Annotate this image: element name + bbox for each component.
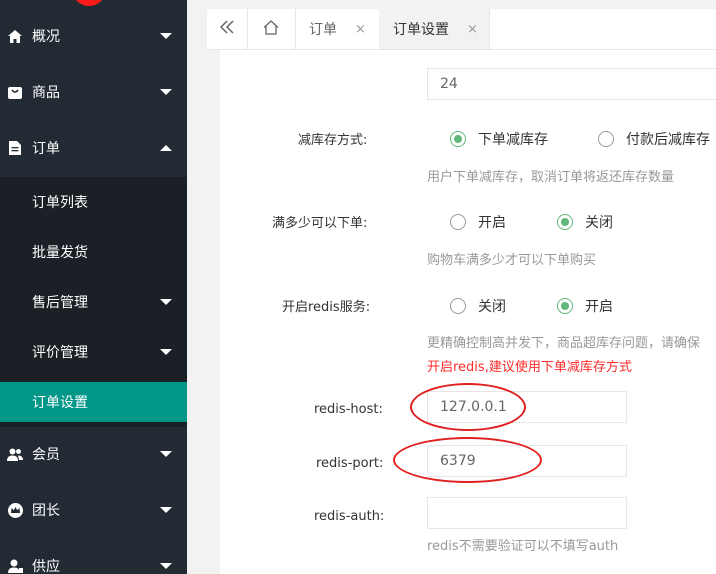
tab-label: 订单 <box>309 22 337 38</box>
radio-label: 付款后减库存 <box>626 132 710 148</box>
tab-order-settings[interactable]: 订单设置 × <box>379 9 490 49</box>
sidebar-item-supply[interactable]: 供应 <box>0 538 187 574</box>
chevron-down-icon <box>160 299 172 305</box>
orders-submenu: 订单列表 批量发货 售后管理 评价管理 订单设置 <box>0 177 187 427</box>
bag-icon <box>7 84 23 100</box>
home-icon <box>7 28 23 44</box>
supplier-icon <box>7 558 23 574</box>
submenu-item-label: 批量发货 <box>32 245 88 261</box>
radio-min-order-on[interactable]: 开启 <box>450 212 506 232</box>
chevron-down-icon <box>160 507 172 513</box>
sidebar-item-label: 订单 <box>32 141 60 157</box>
sidebar-item-orders[interactable]: 订单 <box>0 120 187 176</box>
users-icon <box>7 446 23 462</box>
submenu-item-batch-ship[interactable]: 批量发货 <box>0 227 187 277</box>
radio-label: 关闭 <box>478 299 506 315</box>
redis-service-label: 开启redis服务: <box>282 300 371 315</box>
sidebar-item-label: 会员 <box>32 447 60 463</box>
redis-hint: 更精确控制高并发下，商品超库存问题，请确保 <box>427 336 701 351</box>
min-order-label: 满多少可以下单: <box>272 216 368 231</box>
radio-reduce-on-payment[interactable]: 付款后减库存 <box>598 129 710 149</box>
radio-label: 下单减库存 <box>478 132 548 148</box>
redis-port-label: redis-port: <box>316 456 384 471</box>
tab-bar: 订单 × 订单设置 × <box>207 9 716 50</box>
sidebar-item-label: 团长 <box>32 503 60 519</box>
submenu-item-order-settings[interactable]: 订单设置 <box>0 382 187 422</box>
min-order-hint: 购物车满多少才可以下单购买 <box>427 253 597 268</box>
submenu-item-label: 订单设置 <box>32 395 88 411</box>
close-icon[interactable]: × <box>355 22 366 37</box>
chevron-up-icon <box>160 145 172 151</box>
order-settings-form: 24 减库存方式: 下单减库存 付款后减库存 用户下单减库存，取消订单将返还库存… <box>220 50 716 574</box>
logo-badge <box>72 0 106 6</box>
crown-icon <box>7 502 23 518</box>
submenu-item-label: 售后管理 <box>32 295 88 311</box>
chevron-down-icon <box>160 451 172 457</box>
submenu-item-order-list[interactable]: 订单列表 <box>0 177 187 227</box>
tab-orders[interactable]: 订单 × <box>295 9 380 49</box>
radio-label: 开启 <box>478 215 506 231</box>
home-outline-icon <box>263 19 279 39</box>
stock-reduce-label: 减库存方式: <box>298 133 368 148</box>
sidebar-item-members[interactable]: 会员 <box>0 426 187 482</box>
sidebar-item-label: 概况 <box>32 29 60 45</box>
submenu-item-reviews[interactable]: 评价管理 <box>0 327 187 377</box>
radio-redis-on[interactable]: 开启 <box>557 296 613 316</box>
radio-unchecked-icon <box>450 214 466 230</box>
radio-reduce-on-order[interactable]: 下单减库存 <box>450 129 548 149</box>
redis-auth-hint: redis不需要验证可以不填写auth <box>427 539 619 554</box>
top-number-input[interactable]: 24 <box>427 68 716 100</box>
sidebar-item-leaders[interactable]: 团长 <box>0 482 187 538</box>
redis-auth-label: redis-auth: <box>314 509 385 524</box>
chevron-down-icon <box>160 89 172 95</box>
radio-unchecked-icon <box>450 298 466 314</box>
submenu-item-label: 订单列表 <box>32 195 88 211</box>
sidebar-item-label: 供应 <box>32 559 60 574</box>
radio-label: 关闭 <box>585 215 613 231</box>
submenu-item-label: 评价管理 <box>32 345 88 361</box>
sidebar-item-label: 商品 <box>32 85 60 101</box>
annotation-ellipse <box>393 437 542 483</box>
radio-redis-off[interactable]: 关闭 <box>450 296 506 316</box>
annotation-ellipse <box>410 383 526 431</box>
radio-checked-icon <box>557 214 573 230</box>
submenu-item-after-sales[interactable]: 售后管理 <box>0 277 187 327</box>
tabs-scroll-left-button[interactable] <box>207 9 248 49</box>
redis-host-label: redis-host: <box>314 402 383 417</box>
chevron-down-icon <box>160 349 172 355</box>
tab-label: 订单设置 <box>393 22 449 38</box>
sidebar-item-overview[interactable]: 概况 <box>0 8 187 64</box>
close-icon[interactable]: × <box>467 22 478 37</box>
sidebar-item-goods[interactable]: 商品 <box>0 64 187 120</box>
radio-label: 开启 <box>585 299 613 315</box>
chevron-down-icon <box>160 33 172 39</box>
document-icon <box>7 140 23 156</box>
radio-unchecked-icon <box>598 131 614 147</box>
double-chevron-left-icon <box>219 20 234 38</box>
radio-checked-icon <box>450 131 466 147</box>
radio-checked-icon <box>557 298 573 314</box>
tab-home[interactable] <box>247 9 296 49</box>
sidebar: 概况 商品 订单 订单列表 批量发货 售后管理 评价管理 订单设置 会员 团长 … <box>0 0 187 574</box>
chevron-down-icon <box>160 563 172 569</box>
radio-min-order-off[interactable]: 关闭 <box>557 212 613 232</box>
redis-auth-input[interactable] <box>427 497 627 529</box>
redis-warning: 开启redis,建议使用下单减库存方式 <box>427 360 632 375</box>
stock-reduce-hint: 用户下单减库存，取消订单将返还库存数量 <box>427 170 675 185</box>
